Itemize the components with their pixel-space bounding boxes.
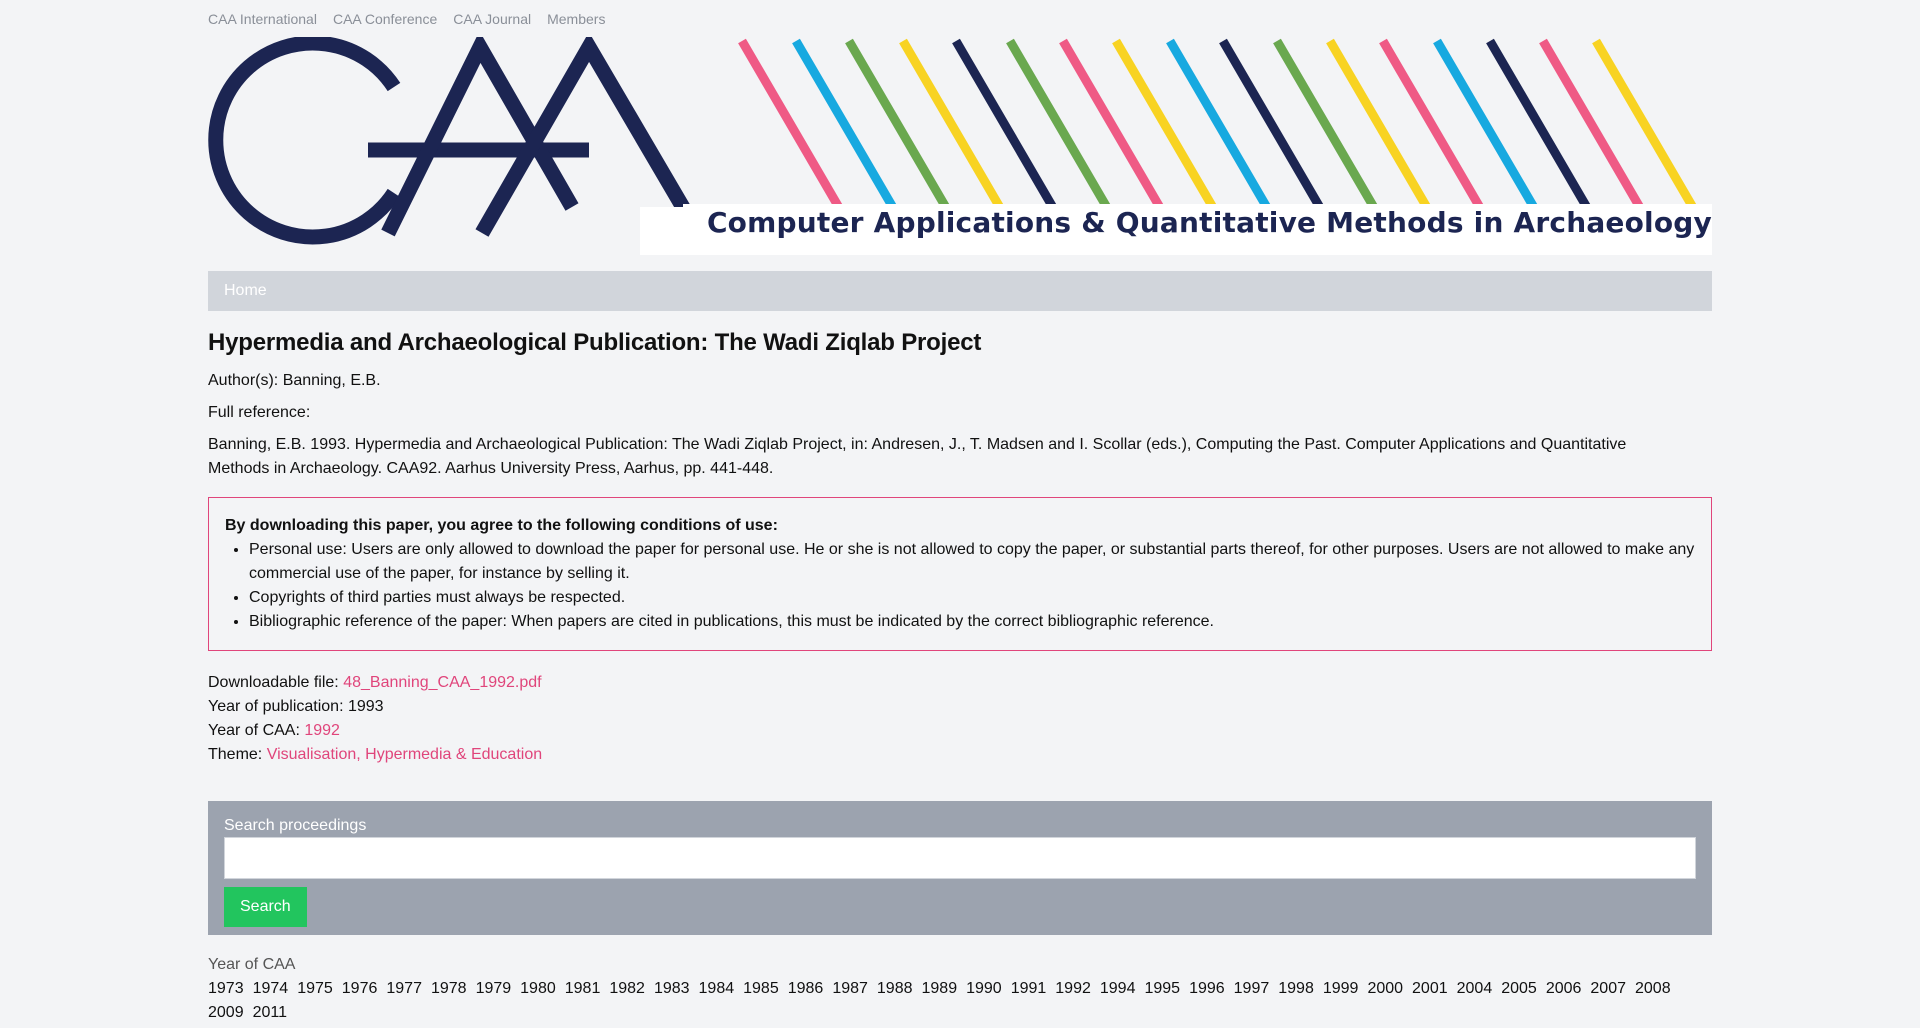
year-link-2009[interactable]: 2009 (208, 1001, 244, 1025)
nav-home-link[interactable]: Home (224, 282, 267, 300)
year-link-1989[interactable]: 1989 (922, 977, 958, 1001)
year-link-1977[interactable]: 1977 (386, 977, 422, 1001)
terms-heading: By downloading this paper, you agree to … (225, 517, 778, 534)
year-link-2011[interactable]: 2011 (253, 1001, 287, 1025)
year-link-2006[interactable]: 2006 (1546, 977, 1582, 1001)
top-nav-caa-international[interactable]: CAA International (208, 11, 317, 35)
year-link-1983[interactable]: 1983 (654, 977, 690, 1001)
year-link-2005[interactable]: 2005 (1501, 977, 1537, 1001)
year-link-1991[interactable]: 1991 (1011, 977, 1047, 1001)
year-link-1982[interactable]: 1982 (609, 977, 645, 1001)
year-list: 1973 1974 1975 1976 1977 1978 1979 1980 1981 1982… (208, 977, 1678, 1025)
terms-item: Personal use: Users are only allowed to … (249, 538, 1695, 586)
year-link-2007[interactable]: 2007 (1590, 977, 1626, 1001)
caa-year-link[interactable]: 1992 (304, 722, 340, 739)
terms-item: Bibliographic reference of the paper: Wh… (249, 610, 1695, 634)
search-proceedings-panel: Search proceedings Search (208, 801, 1712, 935)
publication-year-row: Year of publication: 1993 (208, 695, 1712, 719)
year-link-1979[interactable]: 1979 (476, 977, 512, 1001)
year-link-2004[interactable]: 2004 (1457, 977, 1493, 1001)
year-link-1981[interactable]: 1981 (565, 977, 601, 1001)
top-nav-caa-journal[interactable]: CAA Journal (453, 11, 531, 35)
publication-year-label: Year of publication: (208, 698, 344, 715)
year-link-1988[interactable]: 1988 (877, 977, 913, 1001)
year-link-1995[interactable]: 1995 (1144, 977, 1180, 1001)
search-label: Search proceedings (224, 817, 367, 834)
year-link-1992[interactable]: 1992 (1055, 977, 1091, 1001)
year-link-1985[interactable]: 1985 (743, 977, 779, 1001)
caa-letters (208, 37, 705, 245)
terms-item: Copyrights of third parties must always … (249, 586, 1695, 610)
year-link-2000[interactable]: 2000 (1367, 977, 1403, 1001)
terms-list: Personal use: Users are only allowed to … (225, 538, 1695, 634)
authors-line: Author(s): Banning, E.B. (208, 369, 1712, 393)
year-link-1994[interactable]: 1994 (1100, 977, 1136, 1001)
banner-stripes (738, 38, 1706, 226)
main-navbar: Home (208, 271, 1712, 311)
year-link-1974[interactable]: 1974 (253, 977, 289, 1001)
year-link-1973[interactable]: 1973 (208, 977, 244, 1001)
download-file-link[interactable]: 48_Banning_CAA_1992.pdf (343, 674, 541, 691)
year-link-1996[interactable]: 1996 (1189, 977, 1225, 1001)
top-nav-caa-conference[interactable]: CAA Conference (333, 11, 437, 35)
publication-year-value: 1993 (347, 698, 384, 715)
search-button[interactable]: Search (224, 887, 307, 927)
download-label: Downloadable file: (208, 674, 339, 691)
year-link-1984[interactable]: 1984 (699, 977, 735, 1001)
full-reference-text: Banning, E.B. 1993. Hypermedia and Archa… (208, 436, 1627, 477)
year-link-2008[interactable]: 2008 (1635, 977, 1671, 1001)
theme-row: Theme: Visualisation, Hypermedia & Educa… (208, 743, 1712, 767)
year-link-2001[interactable]: 2001 (1412, 977, 1448, 1001)
year-link-1980[interactable]: 1980 (520, 977, 556, 1001)
terms-of-use-box: By downloading this paper, you agree to … (208, 497, 1712, 651)
site-banner[interactable]: Computer Applications & Quantitative Met… (208, 37, 1712, 257)
theme-link[interactable]: Visualisation, Hypermedia & Education (267, 746, 542, 763)
year-link-1976[interactable]: 1976 (342, 977, 378, 1001)
page-container: CAA International CAA Conference CAA Jou… (208, 0, 1712, 1025)
top-nav-members[interactable]: Members (547, 11, 605, 35)
year-link-1997[interactable]: 1997 (1234, 977, 1270, 1001)
page-title: Hypermedia and Archaeological Publicatio… (208, 329, 982, 356)
banner-tagline: Computer Applications & Quantitative Met… (682, 204, 1712, 243)
search-input[interactable] (224, 837, 1696, 879)
full-reference-label: Full reference: (208, 404, 311, 421)
year-of-caa-heading: Year of CAA (208, 956, 296, 973)
year-link-1978[interactable]: 1978 (431, 977, 467, 1001)
caa-year-label: Year of CAA: (208, 722, 300, 739)
year-link-1999[interactable]: 1999 (1323, 977, 1359, 1001)
top-nav: CAA International CAA Conference CAA Jou… (208, 0, 1712, 35)
year-link-1975[interactable]: 1975 (297, 977, 333, 1001)
caa-year-row: Year of CAA: 1992 (208, 719, 1712, 743)
authors-value: Banning, E.B. (282, 372, 381, 389)
year-link-1990[interactable]: 1990 (966, 977, 1002, 1001)
download-row: Downloadable file: 48_Banning_CAA_1992.p… (208, 671, 1712, 695)
year-link-1998[interactable]: 1998 (1278, 977, 1314, 1001)
authors-label: Author(s): (208, 372, 279, 389)
paper-metadata: Downloadable file: 48_Banning_CAA_1992.p… (208, 671, 1712, 767)
year-link-1986[interactable]: 1986 (788, 977, 824, 1001)
year-link-1987[interactable]: 1987 (832, 977, 868, 1001)
theme-label: Theme: (208, 746, 263, 763)
